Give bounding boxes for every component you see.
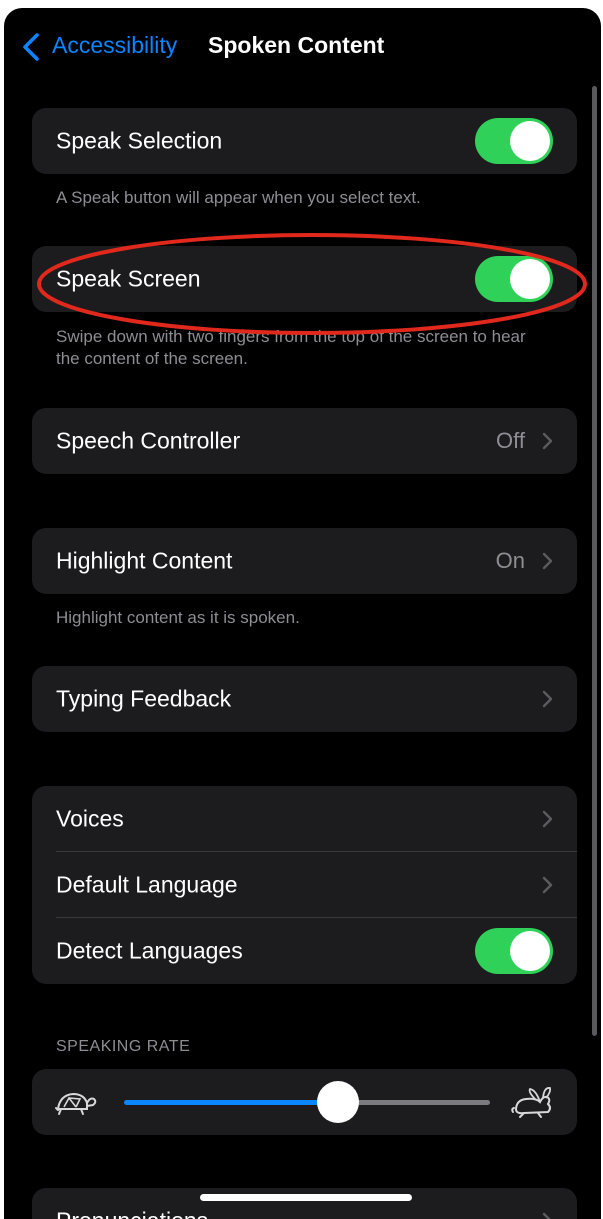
chevron-right-icon: [542, 876, 553, 894]
navigation-bar: Accessibility Spoken Content: [4, 8, 601, 84]
highlight-content-value: On: [495, 548, 525, 573]
voices-group: Voices Default Language Detect Languages: [32, 786, 577, 984]
speaking-rate-header: SPEAKING RATE: [56, 1038, 191, 1055]
toggle-knob: [510, 259, 550, 299]
speech-controller-row[interactable]: Speech Controller Off: [32, 408, 577, 474]
detect-languages-row[interactable]: Detect Languages: [32, 918, 577, 984]
back-button[interactable]: Accessibility: [52, 32, 177, 59]
speech-controller-value: Off: [496, 428, 525, 453]
speaking-rate-group: [32, 1069, 577, 1135]
speak-selection-label: Speak Selection: [56, 127, 223, 154]
slider-track-filled[interactable]: [124, 1100, 334, 1105]
detect-languages-toggle[interactable]: [475, 928, 553, 974]
speak-screen-label: Speak Screen: [56, 265, 201, 292]
turtle-icon: [55, 1092, 97, 1115]
highlight-content-label: Highlight Content: [56, 547, 233, 574]
highlight-content-group: Highlight Content On: [32, 528, 577, 594]
speak-screen-footer: Swipe down with two fingers from the top…: [56, 327, 526, 368]
speak-selection-row[interactable]: Speak Selection: [32, 108, 577, 174]
voices-row[interactable]: Voices: [32, 786, 577, 852]
speech-controller-group: Speech Controller Off: [32, 408, 577, 474]
home-indicator[interactable]: [200, 1194, 412, 1201]
speak-screen-toggle[interactable]: [475, 256, 553, 302]
pronunciations-group: Pronunciations: [32, 1188, 577, 1219]
rabbit-icon: [511, 1087, 552, 1118]
typing-feedback-group: Typing Feedback: [32, 666, 577, 732]
speak-screen-group: Speak Screen: [32, 246, 577, 312]
speaking-rate-slider-thumb[interactable]: [317, 1081, 359, 1123]
toggle-knob: [510, 121, 550, 161]
chevron-right-icon: [542, 432, 553, 450]
default-language-row[interactable]: Default Language: [32, 852, 577, 918]
highlight-content-row[interactable]: Highlight Content On: [32, 528, 577, 594]
scrollbar[interactable]: [592, 86, 597, 1036]
speak-selection-toggle[interactable]: [475, 118, 553, 164]
speak-selection-group: Speak Selection: [32, 108, 577, 174]
chevron-right-icon: [542, 810, 553, 828]
highlight-content-footer: Highlight content as it is spoken.: [56, 608, 300, 627]
speak-selection-footer: A Speak button will appear when you sele…: [56, 188, 421, 207]
chevron-right-icon: [542, 552, 553, 570]
typing-feedback-row[interactable]: Typing Feedback: [32, 666, 577, 732]
voices-label: Voices: [56, 805, 124, 832]
chevron-left-icon[interactable]: [20, 32, 42, 62]
speak-screen-row[interactable]: Speak Screen: [32, 246, 577, 312]
toggle-knob: [510, 931, 550, 971]
phone-screen: Accessibility Spoken Content Speak Selec…: [4, 8, 601, 1219]
typing-feedback-label: Typing Feedback: [56, 685, 232, 712]
speech-controller-label: Speech Controller: [56, 427, 241, 454]
detect-languages-label: Detect Languages: [56, 937, 243, 964]
default-language-label: Default Language: [56, 871, 238, 898]
chevron-right-icon: [542, 690, 553, 708]
chevron-right-icon: [542, 1212, 551, 1219]
pronunciations-label: Pronunciations: [56, 1208, 208, 1219]
page-title: Spoken Content: [208, 32, 385, 58]
pronunciations-row[interactable]: Pronunciations: [32, 1188, 577, 1219]
